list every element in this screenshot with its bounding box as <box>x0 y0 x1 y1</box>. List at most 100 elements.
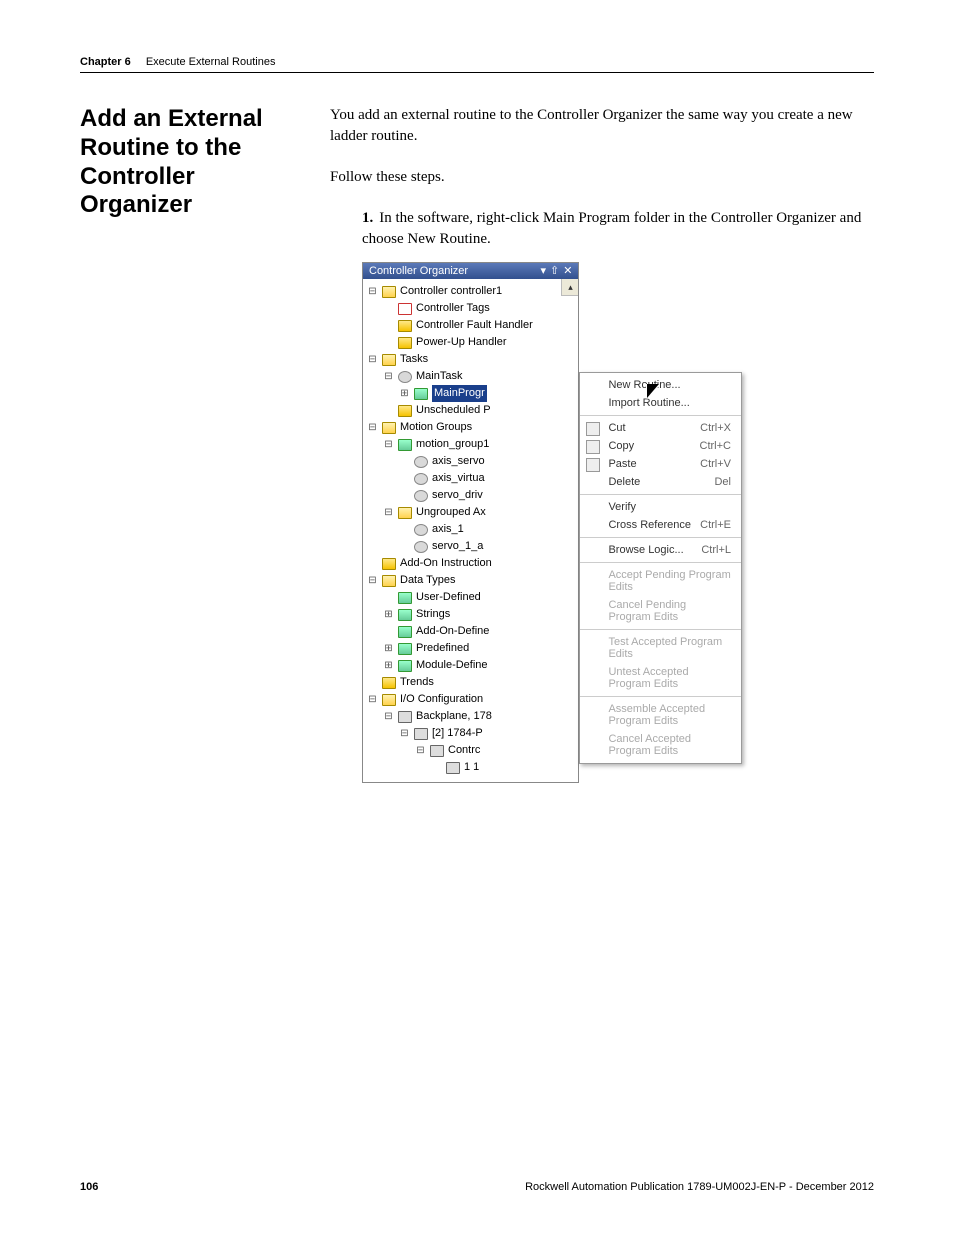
datatype-icon <box>398 626 412 638</box>
running-head: Chapter 6 Execute External Routines <box>80 56 874 68</box>
tree-contrc[interactable]: Contrc <box>448 742 480 759</box>
tree-axis-virtual[interactable]: axis_virtua <box>432 470 485 487</box>
module-icon <box>446 762 460 774</box>
tree-datatypes[interactable]: Data Types <box>400 572 455 589</box>
menu-item: Cancel Accepted Program Edits <box>580 730 741 760</box>
menu-item-label: Cross Reference <box>608 519 691 531</box>
menu-item-label: Import Routine... <box>608 397 689 409</box>
datatype-icon <box>398 643 412 655</box>
menu-item-shortcut: Del <box>714 476 731 488</box>
program-icon <box>414 388 428 400</box>
backplane-icon <box>398 711 412 723</box>
menu-item-label: Test Accepted Program Edits <box>608 636 731 660</box>
menu-item[interactable]: Verify <box>580 498 741 516</box>
tree-servo-driv[interactable]: servo_driv <box>432 487 483 504</box>
tree-oneone[interactable]: 1 1 <box>464 759 479 776</box>
tree-motion[interactable]: Motion Groups <box>400 419 472 436</box>
close-icon[interactable]: ✕ <box>563 266 572 277</box>
menu-item: Untest Accepted Program Edits <box>580 663 741 693</box>
step-1-text: In the software, right-click Main Progra… <box>362 210 861 247</box>
organizer-pane: Controller Organizer ▾ ⇧ ✕ ▴ ⊟Controller… <box>362 262 579 783</box>
folder-open-icon <box>382 575 396 587</box>
menu-item-shortcut: Ctrl+C <box>700 440 731 452</box>
menu-item-label: Verify <box>608 501 636 513</box>
menu-item-shortcut: Ctrl+X <box>700 422 731 434</box>
intro-paragraph: You add an external routine to the Contr… <box>330 105 874 147</box>
tree-addondef[interactable]: Add-On-Define <box>416 623 489 640</box>
menu-item[interactable]: New Routine... <box>580 376 741 394</box>
tree-predef[interactable]: Predefined <box>416 640 469 657</box>
tree-maintask[interactable]: MainTask <box>416 368 462 385</box>
step-1-number: 1. <box>362 210 373 226</box>
folder-icon <box>398 337 412 349</box>
header-rule <box>80 72 874 73</box>
tree-unscheduled[interactable]: Unscheduled P <box>416 402 491 419</box>
menu-item: Accept Pending Program Edits <box>580 566 741 596</box>
menu-item-label: Cut <box>608 422 625 434</box>
menu-item[interactable]: Cross Reference Ctrl+E <box>580 516 741 534</box>
menu-item[interactable]: Paste Ctrl+V <box>580 455 741 473</box>
menu-item-label: Paste <box>608 458 636 470</box>
menu-item[interactable]: CopyCtrl+C <box>580 437 741 455</box>
footer: 106 Rockwell Automation Publication 1789… <box>80 1181 874 1193</box>
pane-titlebar: Controller Organizer ▾ ⇧ ✕ <box>363 263 578 279</box>
folder-icon <box>382 677 396 689</box>
tree-slot2[interactable]: [2] 1784-P <box>432 725 483 742</box>
folder-open-icon <box>382 354 396 366</box>
menu-item[interactable]: DeleteDel <box>580 473 741 491</box>
tree-servo-1a[interactable]: servo_1_a <box>432 538 483 555</box>
pin-icon[interactable]: ⇧ <box>550 266 559 277</box>
folder-open-icon <box>382 286 396 298</box>
scroll-up-icon[interactable]: ▴ <box>561 279 578 296</box>
menu-item[interactable]: Browse Logic...Ctrl+L <box>580 541 741 559</box>
section-heading: Add an External Routine to the Controlle… <box>80 105 312 220</box>
page-number: 106 <box>80 1181 98 1193</box>
folder-icon <box>398 320 412 332</box>
tree-strings[interactable]: Strings <box>416 606 450 623</box>
axis-icon <box>414 541 428 553</box>
tree-tasks[interactable]: Tasks <box>400 351 428 368</box>
tree-mainprog-selected[interactable]: MainProgr <box>432 385 487 402</box>
tree-moddef[interactable]: Module-Define <box>416 657 488 674</box>
chapter-title: Execute External Routines <box>146 56 276 68</box>
axis-icon <box>414 473 428 485</box>
tree-tags[interactable]: Controller Tags <box>416 300 490 317</box>
pane-title-text: Controller Organizer <box>369 265 468 277</box>
tree[interactable]: ▴ ⊟Controller controller1 Controller Tag… <box>363 279 578 782</box>
tree-mgroup1[interactable]: motion_group1 <box>416 436 489 453</box>
tree-ungrouped[interactable]: Ungrouped Ax <box>416 504 486 521</box>
chapter-label: Chapter 6 <box>80 56 131 68</box>
menu-item-label: Cancel Accepted Program Edits <box>608 733 731 757</box>
axis-icon <box>414 490 428 502</box>
folder-open-icon <box>398 507 412 519</box>
menu-item-label: Accept Pending Program Edits <box>608 569 731 593</box>
datatype-icon <box>398 592 412 604</box>
axis-icon <box>414 524 428 536</box>
tree-trends[interactable]: Trends <box>400 674 434 691</box>
datatype-icon <box>398 660 412 672</box>
menu-item: Test Accepted Program Edits <box>580 633 741 663</box>
menu-item-shortcut: Ctrl+E <box>700 519 731 531</box>
module-icon <box>414 728 428 740</box>
dropdown-icon[interactable]: ▾ <box>540 266 546 277</box>
tree-fault[interactable]: Controller Fault Handler <box>416 317 533 334</box>
folder-icon <box>382 558 396 570</box>
tree-controller[interactable]: Controller controller1 <box>400 283 502 300</box>
menu-item[interactable]: Import Routine... <box>580 394 741 412</box>
tree-axis1[interactable]: axis_1 <box>432 521 464 538</box>
menu-item-label: Untest Accepted Program Edits <box>608 666 731 690</box>
tree-userdef[interactable]: User-Defined <box>416 589 481 606</box>
tree-ioconf[interactable]: I/O Configuration <box>400 691 483 708</box>
folder-icon <box>398 405 412 417</box>
menu-item-shortcut: Ctrl+V <box>700 458 731 470</box>
menu-item: Cancel Pending Program Edits <box>580 596 741 626</box>
tree-backplane[interactable]: Backplane, 178 <box>416 708 492 725</box>
axis-icon <box>414 456 428 468</box>
menu-item[interactable]: Cut Ctrl+X <box>580 419 741 437</box>
tree-axis-servo[interactable]: axis_servo <box>432 453 485 470</box>
tree-addon[interactable]: Add-On Instruction <box>400 555 492 572</box>
tree-powerup[interactable]: Power-Up Handler <box>416 334 506 351</box>
motion-group-icon <box>398 439 412 451</box>
datatype-icon <box>398 609 412 621</box>
tags-icon <box>398 303 412 315</box>
